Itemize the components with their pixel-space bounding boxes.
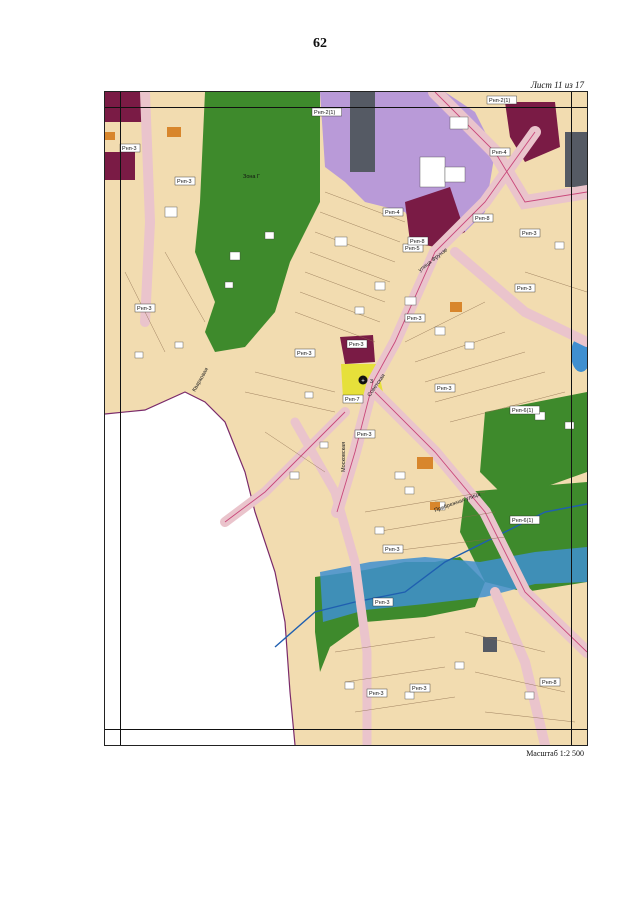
scale-label: Масштаб 1:2 500 bbox=[526, 749, 584, 758]
zone-tag: Рнп-8 bbox=[472, 213, 494, 223]
zone-tag-label: Рнп-8 bbox=[542, 680, 557, 686]
zone-tag-label: Рнп-3 bbox=[349, 342, 364, 348]
zone-tag: Рнп-3 bbox=[372, 597, 394, 607]
zone-tag-label: Рнп-8 bbox=[410, 239, 425, 245]
zone-tag-label: Рнп-6(1) bbox=[512, 518, 533, 524]
zone-tag-label: Рнп-4 bbox=[492, 150, 507, 156]
objective-number: 3 bbox=[370, 379, 373, 385]
zone-tag-label: Рнп-7 bbox=[345, 397, 360, 403]
zone-tag: Рнп-3 bbox=[119, 143, 141, 153]
zone-tag: Рнп-2(1) bbox=[311, 107, 342, 117]
zone-tag: Рнп-3 bbox=[174, 176, 196, 186]
sheet-frame-line-bottom bbox=[105, 729, 587, 730]
zone-tag-label: Рнп-3 bbox=[369, 691, 384, 697]
zone-tag: Рнп-6(1) bbox=[509, 405, 540, 415]
zone-tag: Рнп-4 bbox=[489, 147, 511, 157]
zone-tag: Рнп-3 bbox=[434, 383, 456, 393]
zone-tag-label: Рнп-2(1) bbox=[489, 98, 510, 104]
zone-tag-label: Рнп-3 bbox=[407, 316, 422, 322]
zone-tag: Рнп-3 bbox=[294, 348, 316, 358]
zone-tag: Рнп-3 bbox=[346, 339, 368, 349]
street-label: Московская bbox=[341, 442, 347, 472]
page-number: 62 bbox=[313, 36, 327, 51]
zone-tag-label: Рнп-8 bbox=[475, 216, 490, 222]
zone-tag: Рнп-3 bbox=[404, 313, 426, 323]
sheet-frame-line-right bbox=[571, 92, 572, 745]
zone-tag-label: Рнп-3 bbox=[437, 386, 452, 392]
zone-tag: Рнп-8 bbox=[539, 677, 561, 687]
zone-tag-label: Рнп-3 bbox=[297, 351, 312, 357]
zone-tag: Рнп-6(1) bbox=[509, 515, 540, 525]
zone-tag: Рнп-4 bbox=[382, 207, 404, 217]
zone-tag-label: Рнп-3 bbox=[357, 432, 372, 438]
map-canvas: Рнп-3Рнп-2(1)Рнп-2(1)Рнп-4Рнп-3Рнп-5Рнп-… bbox=[105, 92, 587, 745]
zone-tag-label: Рнп-3 bbox=[177, 179, 192, 185]
zone-tag: Рнп-3 bbox=[354, 429, 376, 439]
zone-tag-label: Рнп-3 bbox=[122, 146, 137, 152]
zone-tag: Рнп-3 bbox=[514, 283, 536, 293]
zone-tag-label: Рнп-4 bbox=[385, 210, 400, 216]
zone-tag: Рнп-3 bbox=[134, 303, 156, 313]
zone-tag: Рнп-3 bbox=[366, 688, 388, 698]
zone-tag-label: Рнп-3 bbox=[517, 286, 532, 292]
zone-tag-label: Рнп-3 bbox=[375, 600, 390, 606]
zoning-map: Рнп-3 Рнп-2(1) Рнп-2(1) Рнп-4 Рнп-3 Рнп-5 Рнп-… bbox=[104, 91, 588, 746]
commercial-block-5 bbox=[340, 335, 375, 364]
building-dark-2 bbox=[565, 132, 587, 187]
building-dark bbox=[350, 92, 375, 172]
zone-tag-label: Рнп-3 bbox=[137, 306, 152, 312]
sheet-frame-line-left bbox=[120, 92, 121, 745]
zone-tag: Рнп-3 bbox=[519, 228, 541, 238]
zone-tag: Рнп-7 bbox=[342, 394, 364, 404]
zone-tag-label: Рнп-5 bbox=[405, 246, 420, 252]
zone-tag-label: Рнп-3 bbox=[522, 231, 537, 237]
zone-tag: Рнп-3 bbox=[409, 683, 431, 693]
zone-tag-label: Рнп-2(1) bbox=[314, 110, 335, 116]
zone-tag: Рнп-8 bbox=[407, 236, 429, 246]
zone-tag-label: Рнп-3 bbox=[385, 547, 400, 553]
zone-tag: Рнп-3 bbox=[382, 544, 404, 554]
zone-tag-label: Рнп-3 bbox=[412, 686, 427, 692]
zone-tag-label: Рнп-6(1) bbox=[512, 408, 533, 414]
svg-text:+: + bbox=[361, 379, 365, 385]
sheet-label: Лист 11 из 17 bbox=[530, 80, 584, 90]
zone-label-green: Зона Г bbox=[243, 174, 260, 180]
sheet-frame-line-top bbox=[105, 107, 587, 108]
zone-tag: Рнп-2(1) bbox=[486, 95, 517, 105]
